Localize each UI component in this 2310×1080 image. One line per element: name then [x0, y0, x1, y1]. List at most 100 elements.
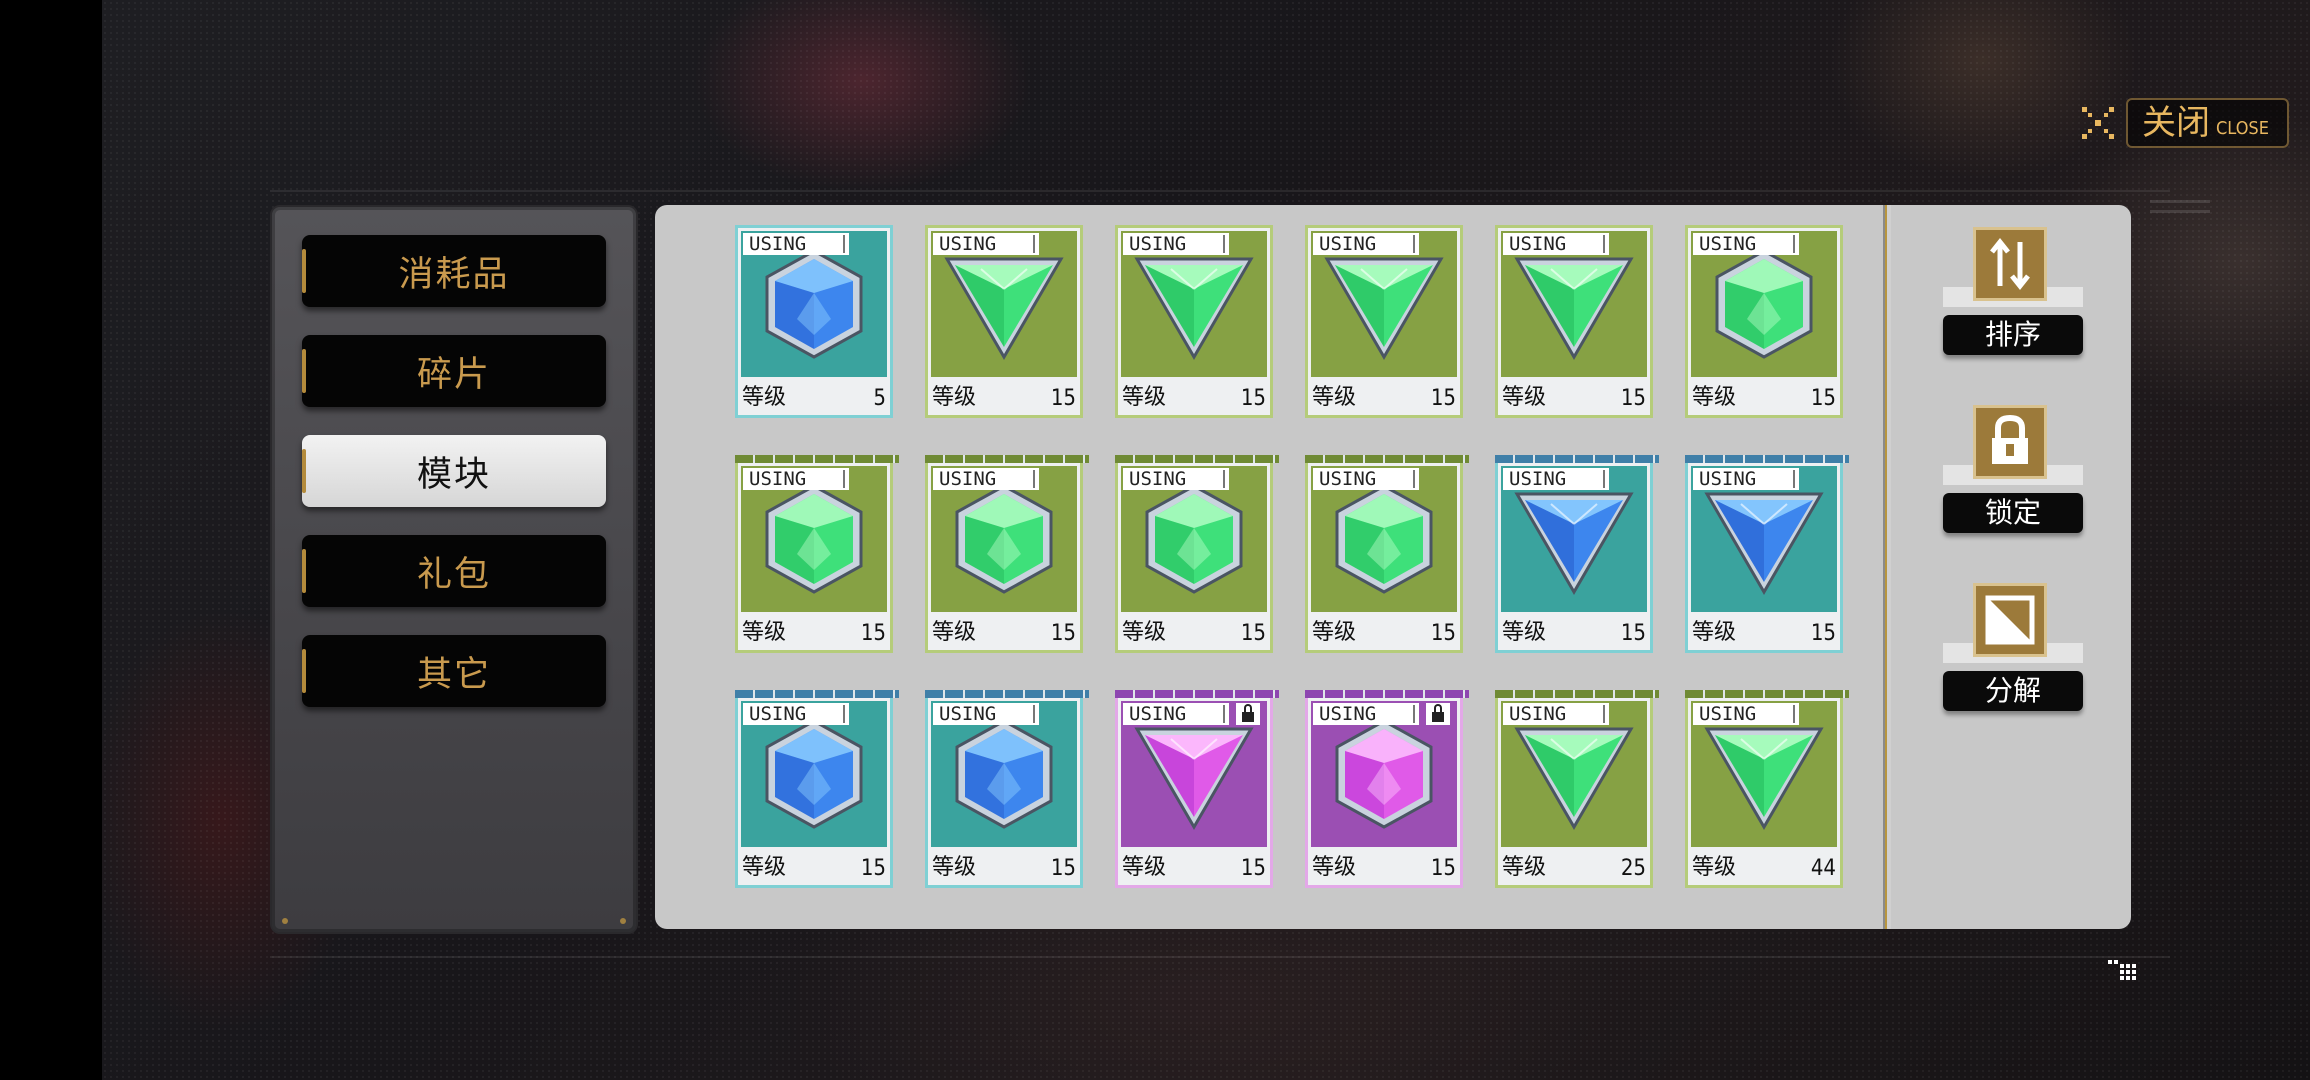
- level-label: 等级: [1312, 855, 1357, 880]
- module-card[interactable]: USING 等级 15: [735, 455, 899, 653]
- lock-icon: [1236, 703, 1260, 725]
- level-value: 5: [873, 386, 886, 411]
- module-card[interactable]: USING 等级 15: [735, 690, 899, 888]
- level-value: 15: [1050, 386, 1076, 411]
- decompose-icon: [1973, 583, 2047, 657]
- using-tag: USING: [1123, 233, 1229, 255]
- level-label: 等级: [1692, 855, 1737, 880]
- card-top-strip: [1495, 690, 1659, 698]
- level-value: 15: [1050, 621, 1076, 646]
- module-card[interactable]: USING 等级 15: [1685, 225, 1843, 418]
- module-card[interactable]: USING 等级 5: [735, 225, 893, 418]
- module-card[interactable]: USING 等级 15: [925, 690, 1089, 888]
- using-tag: USING: [933, 703, 1039, 725]
- level-value: 44: [1810, 856, 1836, 881]
- level-label: 等级: [1692, 385, 1737, 410]
- using-tag: USING: [1123, 468, 1229, 490]
- level-value: 15: [1240, 856, 1266, 881]
- close-control[interactable]: 关闭 CLOSE: [2078, 98, 2289, 148]
- module-card[interactable]: USING 等级 15: [1305, 690, 1469, 888]
- using-tag: USING: [1503, 468, 1609, 490]
- using-tag: USING: [743, 468, 849, 490]
- scroll-indicator: [2150, 200, 2210, 222]
- category-label: 模块: [416, 454, 491, 495]
- level-label: 等级: [1502, 620, 1547, 645]
- close-label: 关闭: [2142, 103, 2210, 143]
- sort-label: 排序: [1943, 315, 2083, 355]
- level-label: 等级: [932, 855, 977, 880]
- using-tag: USING: [1313, 703, 1419, 725]
- using-tag: USING: [1123, 703, 1229, 725]
- level-value: 15: [1240, 386, 1266, 411]
- card-top-strip: [1495, 455, 1659, 463]
- level-label: 等级: [1122, 385, 1167, 410]
- category-label: 碎片: [416, 354, 491, 395]
- module-card[interactable]: USING 等级 15: [1305, 225, 1463, 418]
- lock-icon: [1973, 405, 2047, 479]
- card-top-strip: [1685, 690, 1849, 698]
- module-card[interactable]: USING 等级 15: [1495, 455, 1659, 653]
- frame-line-bottom: [270, 956, 2170, 958]
- level-label: 等级: [1122, 620, 1167, 645]
- level-value: 15: [1430, 856, 1456, 881]
- category-consumables[interactable]: 消耗品: [302, 235, 606, 307]
- panel-corner-dot: [620, 918, 626, 924]
- level-value: 15: [860, 856, 886, 881]
- using-tag: USING: [1503, 703, 1609, 725]
- frame-line-top: [270, 190, 2170, 192]
- card-top-strip: [735, 455, 899, 463]
- lock-label: 锁定: [1943, 493, 2083, 533]
- card-top-strip: [925, 455, 1089, 463]
- keyboard-icon[interactable]: [2106, 958, 2138, 982]
- card-top-strip: [1115, 455, 1279, 463]
- using-tag: USING: [1313, 468, 1419, 490]
- card-top-strip: [1305, 455, 1469, 463]
- using-tag: USING: [1503, 233, 1609, 255]
- module-card[interactable]: USING 等级 44: [1685, 690, 1849, 888]
- category-others[interactable]: 其它: [302, 635, 606, 707]
- close-button[interactable]: 关闭 CLOSE: [2126, 98, 2289, 148]
- level-value: 15: [1430, 386, 1456, 411]
- category-modules[interactable]: 模块: [302, 435, 606, 507]
- using-tag: USING: [743, 233, 849, 255]
- card-top-strip: [1305, 690, 1469, 698]
- module-card[interactable]: USING 等级 15: [1115, 225, 1273, 418]
- category-fragments[interactable]: 碎片: [302, 335, 606, 407]
- module-card[interactable]: USING 等级 15: [1685, 455, 1849, 653]
- category-label: 消耗品: [398, 254, 510, 295]
- level-value: 15: [1620, 386, 1646, 411]
- level-label: 等级: [1692, 620, 1737, 645]
- category-gift-packs[interactable]: 礼包: [302, 535, 606, 607]
- card-top-strip: [925, 690, 1089, 698]
- lock-icon: [1426, 703, 1450, 725]
- card-top-strip: [1115, 690, 1279, 698]
- level-label: 等级: [932, 385, 977, 410]
- category-label: 礼包: [416, 554, 491, 595]
- module-card[interactable]: USING 等级 15: [925, 455, 1089, 653]
- using-tag: USING: [933, 468, 1039, 490]
- using-tag: USING: [1693, 703, 1799, 725]
- close-label-en: CLOSE: [2216, 118, 2269, 139]
- category-panel: 消耗品 碎片 模块 礼包 其它: [270, 205, 638, 934]
- level-value: 25: [1620, 856, 1646, 881]
- level-label: 等级: [1312, 385, 1357, 410]
- card-top-strip: [735, 690, 899, 698]
- module-card[interactable]: USING 等级 15: [1495, 225, 1653, 418]
- level-label: 等级: [742, 620, 787, 645]
- level-value: 15: [860, 621, 886, 646]
- panel-corner-dot: [282, 918, 288, 924]
- module-card[interactable]: USING 等级 15: [1115, 455, 1279, 653]
- level-value: 15: [1430, 621, 1456, 646]
- close-icon[interactable]: [2078, 103, 2118, 143]
- category-label: 其它: [416, 654, 491, 695]
- level-value: 15: [1620, 621, 1646, 646]
- card-top-strip: [1685, 455, 1849, 463]
- level-label: 等级: [742, 385, 787, 410]
- module-card[interactable]: USING 等级 25: [1495, 690, 1659, 888]
- using-tag: USING: [743, 703, 849, 725]
- module-card[interactable]: USING 等级 15: [1115, 690, 1279, 888]
- module-grid-panel: USING 等级 5 USING 等级 15 USING 等级 15 USING 等级 15 USING…: [655, 205, 2131, 929]
- decompose-label: 分解: [1943, 671, 2083, 711]
- module-card[interactable]: USING 等级 15: [1305, 455, 1469, 653]
- module-card[interactable]: USING 等级 15: [925, 225, 1083, 418]
